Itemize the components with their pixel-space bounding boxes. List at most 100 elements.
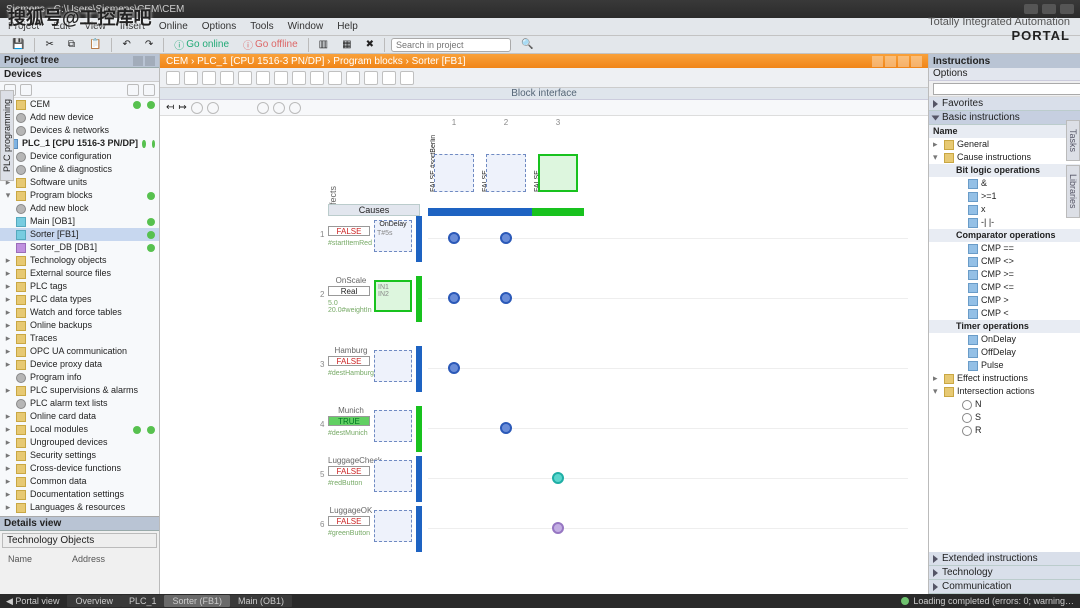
instruction-node[interactable]: ▸Effect instructions [929, 372, 1080, 385]
tree-node[interactable]: ▸Security settings [0, 449, 159, 462]
instruction-node[interactable]: CMP <= [929, 281, 1080, 294]
tree-node[interactable]: Program info [0, 371, 159, 384]
nav-prev-icon[interactable] [273, 102, 285, 114]
instruction-node[interactable]: ▾Cause instructions [929, 151, 1080, 164]
editor-tool-icon[interactable] [382, 71, 396, 85]
intersection-action[interactable] [552, 522, 564, 534]
cause-row[interactable]: 5 LuggageCheck FALSE #redButton [328, 456, 420, 502]
nav-first-icon[interactable] [257, 102, 269, 114]
maximize-icon[interactable] [1042, 4, 1056, 14]
tree-node[interactable]: Devices & networks [0, 124, 159, 137]
menu-options[interactable]: Options [202, 21, 236, 32]
tree-node[interactable]: ▸Local modules [0, 423, 159, 436]
tree-tool-icon[interactable] [20, 84, 32, 96]
cause-value[interactable]: FALSE [328, 516, 370, 526]
expand-icon[interactable]: ▸ [4, 488, 12, 501]
crumb-restore-icon[interactable] [885, 56, 896, 67]
tree-node[interactable]: ▸OPC UA communication [0, 345, 159, 358]
expand-icon[interactable]: ▸ [4, 423, 12, 436]
cause-value[interactable]: FALSE [328, 466, 370, 476]
instruction-node[interactable]: >=1 [929, 190, 1080, 203]
cause-block[interactable] [374, 510, 412, 542]
paste-icon[interactable]: 📋 [85, 38, 105, 52]
effect-block[interactable] [434, 154, 474, 192]
cause-value[interactable]: FALSE [328, 226, 370, 236]
section-technology[interactable]: Technology [929, 566, 1080, 580]
instruction-node[interactable]: OnDelay [929, 333, 1080, 346]
status-tab[interactable]: Main (OB1) [230, 595, 292, 607]
tool-icon[interactable]: ✖ [362, 38, 378, 52]
tree-node[interactable]: Sorter [FB1] [0, 228, 159, 241]
minimize-icon[interactable] [1024, 4, 1038, 14]
tree-node[interactable]: ▸Watch and force tables [0, 306, 159, 319]
tree-node[interactable]: ▸Common data [0, 475, 159, 488]
editor-tool-icon[interactable] [292, 71, 306, 85]
menu-online[interactable]: Online [159, 21, 188, 32]
copy-icon[interactable]: ⧉ [64, 38, 79, 52]
devices-header[interactable]: Devices [0, 68, 159, 82]
editor-tool-icon[interactable] [256, 71, 270, 85]
tree-node[interactable]: ▾PLC_1 [CPU 1516-3 PN/DP] [0, 137, 159, 150]
instruction-node[interactable]: x [929, 203, 1080, 216]
instruction-node[interactable]: & [929, 177, 1080, 190]
effect-block[interactable] [486, 154, 526, 192]
tree-node[interactable]: ▸PLC tags [0, 280, 159, 293]
tree-node[interactable]: Add new block [0, 202, 159, 215]
editor-tool-icon[interactable] [328, 71, 342, 85]
search-input[interactable] [391, 38, 511, 52]
cause-row[interactable]: 3 Hamburg FALSE #destHamburg [328, 346, 420, 392]
instruction-node[interactable]: CMP > [929, 294, 1080, 307]
cause-block[interactable]: OnDelayT#5s [374, 220, 412, 252]
expand-icon[interactable]: ▸ [4, 449, 12, 462]
breadcrumb-path[interactable]: CEM › PLC_1 [CPU 1516-3 PN/DP] › Program… [166, 56, 466, 67]
tree-node[interactable]: Sorter_DB [DB1] [0, 241, 159, 254]
instruction-node[interactable]: R [929, 424, 1080, 437]
effect-column[interactable]: 3 FALSE #collectItem [532, 120, 584, 216]
plc-programming-tab[interactable]: PLC programming [0, 90, 14, 181]
intersection-action[interactable] [500, 292, 512, 304]
section-communication[interactable]: Communication [929, 580, 1080, 594]
cem-editor[interactable]: Effects Causes 1 FALSE #sortBerlin 2 FAL… [160, 116, 928, 594]
block-interface-bar[interactable]: Block interface [160, 88, 928, 100]
go-offline-button[interactable]: ⓘ Go offline [239, 38, 302, 52]
instruction-node[interactable]: CMP >= [929, 268, 1080, 281]
tree-node[interactable]: ▸Technology objects [0, 254, 159, 267]
intersection-action[interactable] [500, 422, 512, 434]
expand-icon[interactable]: ▸ [4, 410, 12, 423]
cause-row[interactable]: 1 FALSE #startItemRed OnDelayT#5s [328, 216, 420, 262]
expand-icon[interactable]: ▸ [933, 372, 941, 385]
menu-help[interactable]: Help [337, 21, 358, 32]
expand-icon[interactable]: ▸ [4, 267, 12, 280]
instruction-search-input[interactable] [933, 83, 1080, 95]
editor-tool-icon[interactable] [202, 71, 216, 85]
cause-row[interactable]: 2 OnScale Real 5.020.0#weightIn IN1IN2 [328, 276, 420, 322]
cause-value[interactable]: Real [328, 286, 370, 296]
redo-icon[interactable]: ↷ [141, 38, 157, 52]
intersection-action[interactable] [448, 232, 460, 244]
details-view-header[interactable]: Details view [0, 517, 159, 531]
side-tab-tasks[interactable]: Tasks [1066, 120, 1080, 161]
instruction-node[interactable]: CMP <> [929, 255, 1080, 268]
side-tab-libraries[interactable]: Libraries [1066, 165, 1080, 218]
crumb-close-icon[interactable] [911, 56, 922, 67]
cause-row[interactable]: 6 LuggageOK FALSE #greenButton [328, 506, 420, 552]
tree-node[interactable]: Add new device [0, 111, 159, 124]
status-tab[interactable]: Overview [67, 595, 121, 607]
tree-node[interactable]: ▸PLC supervisions & alarms [0, 384, 159, 397]
cause-block[interactable] [374, 350, 412, 382]
cut-icon[interactable]: ✂ [41, 38, 57, 52]
editor-tool-icon[interactable] [346, 71, 360, 85]
instruction-node[interactable]: S [929, 411, 1080, 424]
instruction-node[interactable]: Comparator operations [929, 229, 1080, 242]
status-tab[interactable]: Sorter (FB1) [164, 595, 230, 607]
effect-column[interactable]: 2 FALSE #sortMunich [480, 120, 532, 216]
tree-node[interactable]: ▸Cross-device functions [0, 462, 159, 475]
tree-node[interactable]: PLC alarm text lists [0, 397, 159, 410]
editor-tool-icon[interactable] [166, 71, 180, 85]
expand-icon[interactable]: ▸ [4, 462, 12, 475]
editor-tool-icon[interactable] [274, 71, 288, 85]
search-icon[interactable]: 🔍 [517, 38, 537, 52]
save-project-icon[interactable]: 💾 [8, 38, 28, 52]
cause-block[interactable]: IN1IN2 [374, 280, 412, 312]
editor-tool-icon[interactable] [400, 71, 414, 85]
